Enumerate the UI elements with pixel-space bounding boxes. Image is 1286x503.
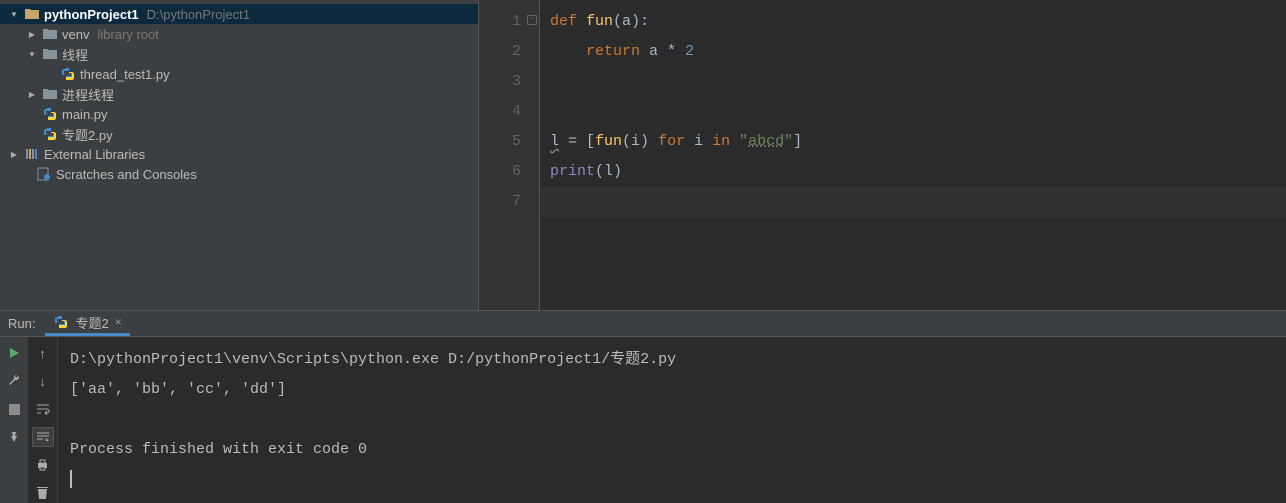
tree-node-label: 专题2.py: [62, 125, 113, 144]
project-root-path: D:\pythonProject1: [147, 7, 250, 22]
external-libraries-label: External Libraries: [44, 147, 145, 162]
chevron-right-icon[interactable]: [26, 89, 38, 100]
folder-icon: [42, 26, 58, 42]
python-file-icon: [60, 66, 76, 82]
library-icon: [24, 146, 40, 162]
close-icon[interactable]: ×: [115, 315, 122, 329]
tree-node-hint: library root: [97, 27, 158, 42]
run-primary-toolbar: [0, 337, 28, 503]
tree-node-label: main.py: [62, 107, 108, 122]
scratches-node[interactable]: Scratches and Consoles: [0, 164, 478, 184]
run-title: Run:: [0, 316, 45, 331]
code-line[interactable]: return a * 2: [540, 37, 1286, 67]
down-arrow-icon[interactable]: ↓: [32, 371, 54, 391]
folder-icon: [42, 46, 58, 62]
python-icon: [53, 314, 69, 330]
code-line[interactable]: [540, 187, 1286, 217]
tree-node[interactable]: main.py: [0, 104, 478, 124]
project-root-node[interactable]: pythonProject1 D:\pythonProject1: [0, 4, 478, 24]
pin-icon[interactable]: [4, 427, 24, 447]
line-number[interactable]: 7: [479, 187, 539, 217]
code-line[interactable]: print(l): [540, 157, 1286, 187]
code-line[interactable]: l = [fun(i) for i in "abcd"]: [540, 127, 1286, 157]
scratch-icon: [36, 166, 52, 182]
line-number[interactable]: 5: [479, 127, 539, 157]
up-arrow-icon[interactable]: ↑: [32, 343, 54, 363]
fold-icon[interactable]: −: [527, 15, 537, 25]
tree-node-label: thread_test1.py: [80, 67, 170, 82]
tree-node-label: 线程: [62, 45, 88, 64]
tree-node[interactable]: venv library root: [0, 24, 478, 44]
tree-node[interactable]: 专题2.py: [0, 124, 478, 144]
rerun-button[interactable]: [4, 343, 24, 363]
folder-icon: [42, 86, 58, 102]
editor-code-area[interactable]: def fun(a): return a * 2 l = [fun(i) for…: [539, 0, 1286, 310]
python-file-icon: [42, 106, 58, 122]
project-tree[interactable]: pythonProject1 D:\pythonProject1 venvlib…: [0, 0, 478, 310]
scroll-to-end-icon[interactable]: [32, 427, 54, 447]
tree-node[interactable]: 进程线程: [0, 84, 478, 104]
code-line[interactable]: [540, 67, 1286, 97]
chevron-right-icon[interactable]: [8, 149, 20, 160]
stop-button[interactable]: [4, 399, 24, 419]
chevron-down-icon[interactable]: [26, 49, 38, 60]
tree-node[interactable]: 线程: [0, 44, 478, 64]
tree-node[interactable]: thread_test1.py: [0, 64, 478, 84]
tree-node-label: 进程线程: [62, 85, 114, 104]
line-number[interactable]: 1−: [479, 7, 539, 37]
line-number[interactable]: 3: [479, 67, 539, 97]
trash-icon[interactable]: [32, 483, 54, 503]
caret: [70, 470, 72, 488]
wrench-icon[interactable]: [4, 371, 24, 391]
python-file-icon: [42, 126, 58, 142]
run-header: Run: 专题2 ×: [0, 311, 1286, 337]
console-output[interactable]: D:\pythonProject1\venv\Scripts\python.ex…: [58, 337, 1286, 503]
chevron-down-icon[interactable]: [8, 9, 20, 20]
soft-wrap-icon[interactable]: [32, 399, 54, 419]
tree-node-label: venv: [62, 27, 89, 42]
run-tool-window: Run: 专题2 ×: [0, 310, 1286, 503]
run-secondary-toolbar: ↑ ↓: [28, 337, 58, 503]
code-line[interactable]: def fun(a):: [540, 7, 1286, 37]
line-number[interactable]: 6: [479, 157, 539, 187]
run-tab[interactable]: 专题2 ×: [45, 311, 129, 336]
line-number[interactable]: 4: [479, 97, 539, 127]
chevron-right-icon[interactable]: [26, 29, 38, 40]
print-icon[interactable]: [32, 455, 54, 475]
code-line[interactable]: [540, 97, 1286, 127]
folder-icon: [24, 6, 40, 22]
project-root-label: pythonProject1: [44, 7, 139, 22]
scratches-label: Scratches and Consoles: [56, 167, 197, 182]
line-number[interactable]: 2: [479, 37, 539, 67]
run-tab-label: 专题2: [75, 313, 108, 332]
editor-gutter[interactable]: 1−234567: [479, 0, 539, 310]
project-tool-window: pythonProject1 D:\pythonProject1 venvlib…: [0, 0, 479, 310]
code-editor[interactable]: 1−234567 def fun(a): return a * 2 l = [f…: [479, 0, 1286, 310]
external-libraries-node[interactable]: External Libraries: [0, 144, 478, 164]
